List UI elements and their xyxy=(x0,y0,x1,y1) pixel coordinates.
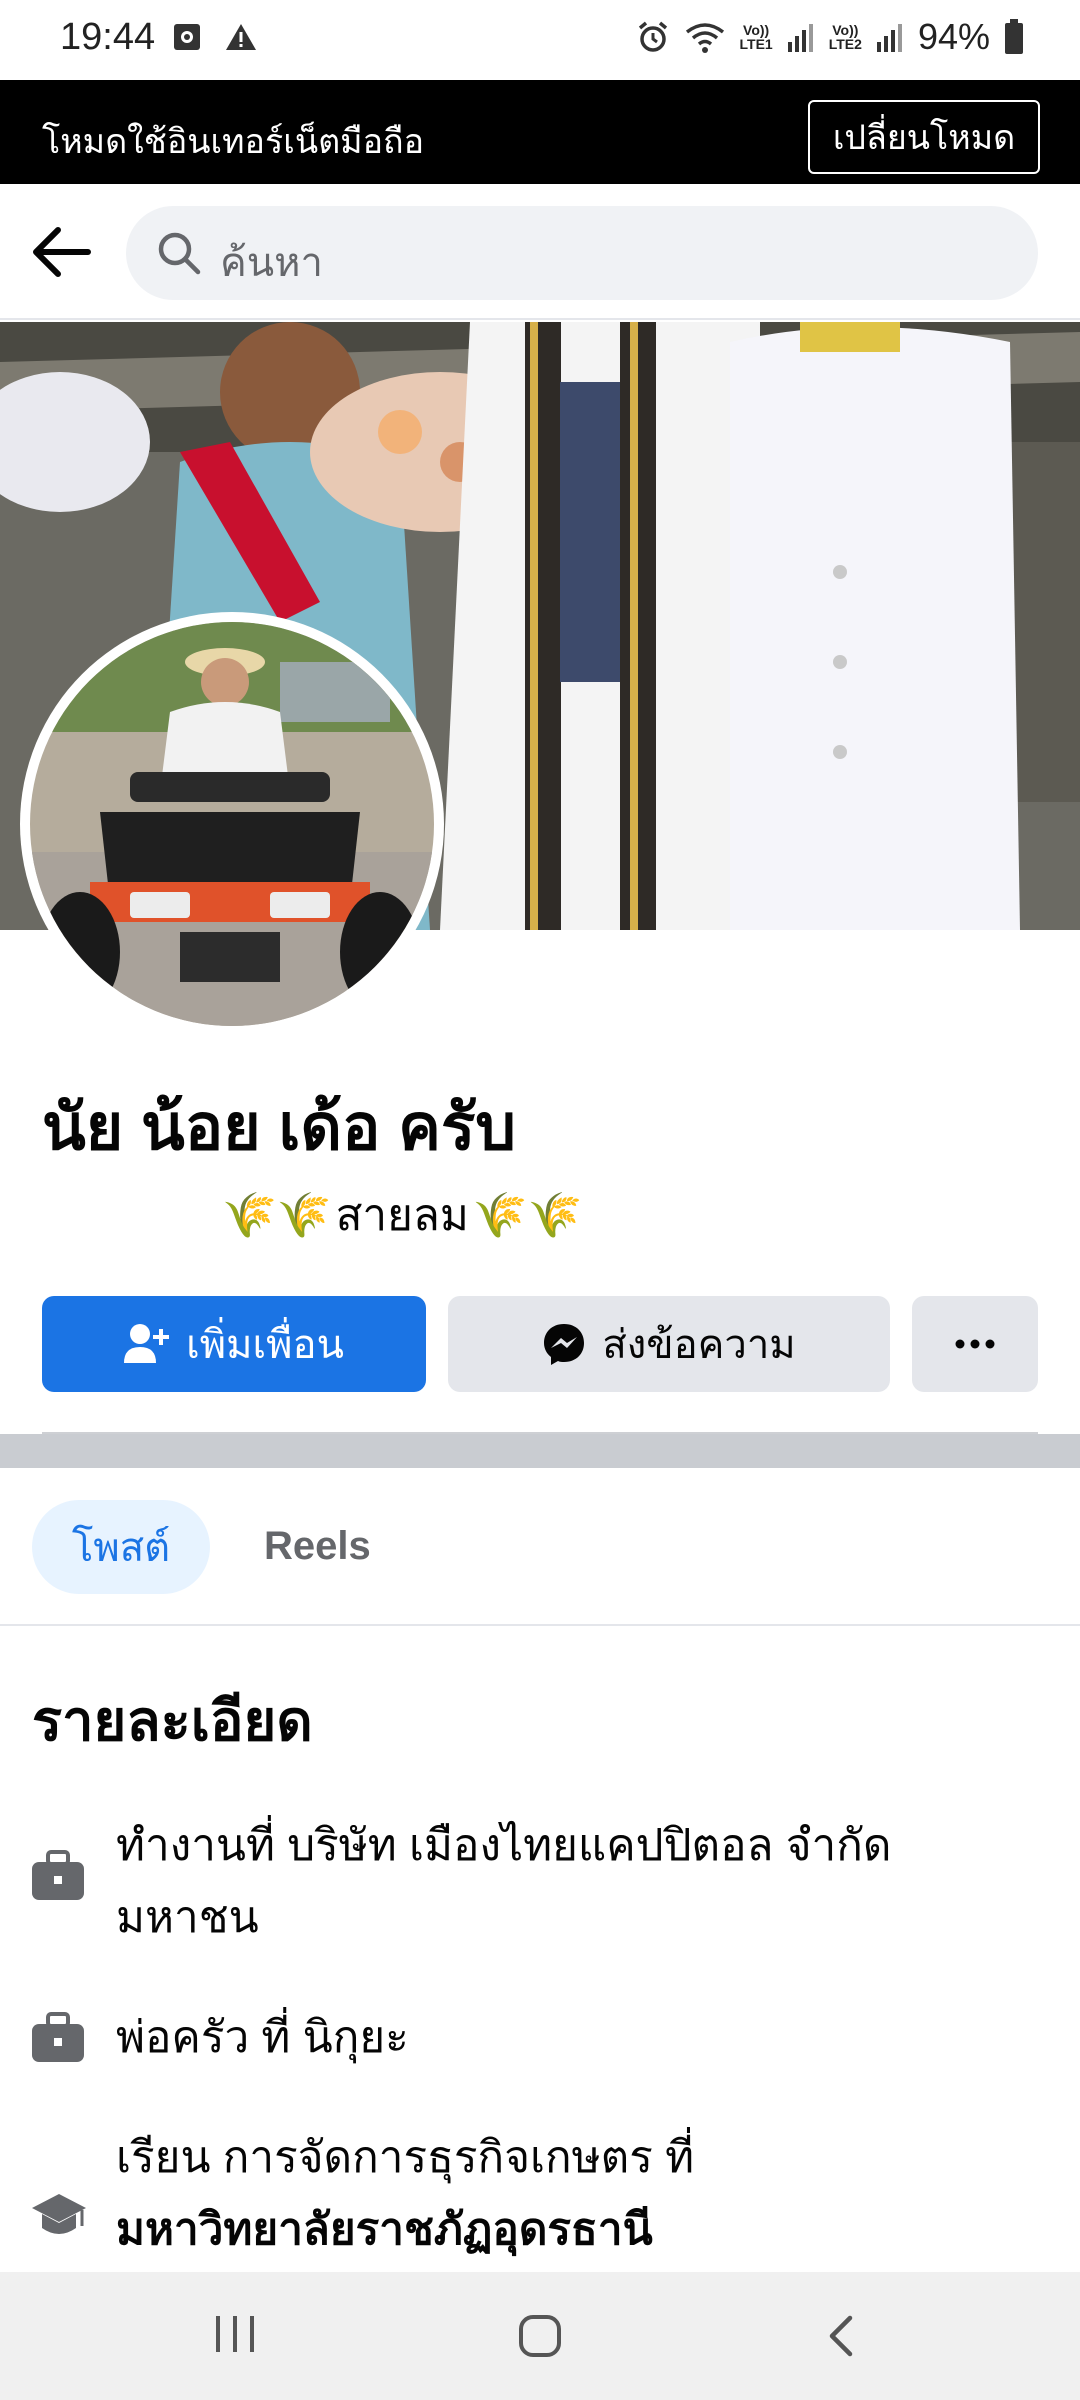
more-icon xyxy=(955,1339,995,1349)
warning-icon xyxy=(226,24,256,50)
sim1-indicator: Vo)) LTE1 xyxy=(740,23,773,51)
switch-mode-button[interactable]: เปลี่ยนโหมด xyxy=(808,100,1040,174)
sim2-indicator: Vo)) LTE2 xyxy=(829,23,862,51)
media-icon xyxy=(174,24,200,50)
search-header: ค้นหา xyxy=(0,184,1080,320)
sim2-lte: LTE2 xyxy=(828,36,862,52)
messenger-icon xyxy=(544,1324,585,1365)
search-input[interactable]: ค้นหา xyxy=(126,206,1038,300)
add-friend-icon xyxy=(124,1324,170,1363)
battery-icon xyxy=(1005,19,1023,54)
add-friend-button[interactable]: เพิ่มเพื่อน xyxy=(42,1296,426,1392)
profile-avatar[interactable] xyxy=(20,612,444,1036)
detail-education-school[interactable]: มหาวิทยาลัยราชภัฏอุดรธานี xyxy=(116,2194,1016,2266)
data-mode-banner: โหมดใช้อินเทอร์เน็ตมือถือ เปลี่ยนโหมด xyxy=(0,80,1080,184)
sim1-volte: Vo)) xyxy=(743,22,770,38)
search-icon xyxy=(158,232,201,275)
back-nav-icon[interactable] xyxy=(826,2314,856,2358)
bio-emoji-left: 🌾🌾 xyxy=(222,1191,332,1240)
detail-work-line1: ทำงานที่ บริษัท เมืองไทยแคปปิตอล จำกัด xyxy=(116,1821,892,1870)
detail-text-work: ทำงานที่ บริษัท เมืองไทยแคปปิตอล จำกัด ม… xyxy=(116,1810,1016,1954)
data-mode-text: โหมดใช้อินเทอร์เน็ตมือถือ xyxy=(42,123,425,161)
detail-education-line1: เรียน การจัดการธุรกิจเกษตร ที่ xyxy=(116,2133,695,2182)
add-friend-label: เพิ่มเพื่อน xyxy=(186,1323,344,1367)
recent-apps-icon[interactable] xyxy=(214,2314,256,2354)
briefcase-icon xyxy=(32,1850,84,1900)
status-notification-icons xyxy=(172,22,258,52)
sim2-volte: Vo)) xyxy=(832,22,859,38)
avatar-image xyxy=(30,622,434,1026)
system-navigation-bar xyxy=(0,2272,1080,2400)
profile-tabs: โพสต์ Reels xyxy=(0,1500,1080,1626)
signal-icon xyxy=(876,24,902,52)
message-button[interactable]: ส่งข้อความ xyxy=(448,1296,890,1392)
bio-emoji-right: 🌾🌾 xyxy=(472,1191,583,1240)
battery-percent: 94% xyxy=(917,16,990,57)
section-divider xyxy=(0,1434,1080,1468)
detail-text-cook: พ่อครัว ที่ นิกุยะ xyxy=(116,2013,409,2062)
status-bar: 19:44 Vo)) LTE1 Vo)) LTE2 94% xyxy=(0,0,1080,80)
bio-text: สายลม xyxy=(335,1191,469,1240)
more-options-button[interactable] xyxy=(912,1296,1038,1392)
status-time: 19:44 xyxy=(60,16,156,58)
back-arrow-icon[interactable] xyxy=(30,222,94,282)
detail-text-education: เรียน การจัดการธุรกิจเกษตร ที่ มหาวิทยาล… xyxy=(116,2122,1016,2266)
wifi-icon xyxy=(685,23,724,53)
tab-posts[interactable]: โพสต์ xyxy=(32,1500,210,1594)
tab-reels[interactable]: Reels xyxy=(264,1524,371,1569)
detail-work-line2: มหาชน xyxy=(116,1893,259,1942)
profile-name: นัย น้อย เด้อ ครับ xyxy=(42,1091,516,1163)
sim1-lte: LTE1 xyxy=(739,36,773,52)
alarm-icon xyxy=(638,21,667,52)
signal-icon xyxy=(787,24,813,52)
avatar-photo xyxy=(30,622,434,1026)
message-label: ส่งข้อความ xyxy=(602,1323,796,1367)
graduation-cap-icon xyxy=(32,2194,86,2234)
briefcase-icon xyxy=(32,2012,84,2062)
search-placeholder: ค้นหา xyxy=(220,241,323,285)
details-heading: รายละเอียด xyxy=(32,1689,313,1752)
profile-bio: 🌾🌾 สายลม 🌾🌾 xyxy=(222,1180,582,1250)
status-system-icons: Vo)) LTE1 Vo)) LTE2 94% xyxy=(636,16,1024,58)
home-icon[interactable] xyxy=(518,2314,562,2358)
